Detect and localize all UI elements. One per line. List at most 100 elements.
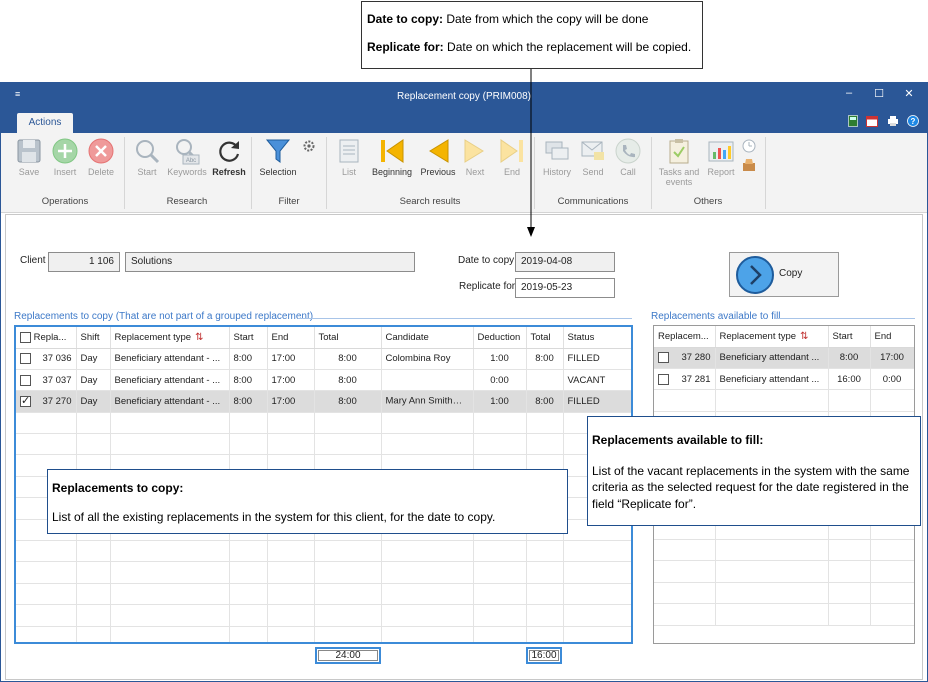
list-button[interactable]: List	[335, 137, 363, 177]
table-row-selected[interactable]: 37 280 Beneficiary attendant ... 8:00 17…	[654, 347, 914, 369]
delete-button[interactable]: Delete	[85, 137, 117, 177]
row-checkbox[interactable]	[658, 373, 669, 385]
insert-button[interactable]: Insert	[49, 137, 81, 177]
tasks-events-label: Tasks and events	[655, 167, 703, 187]
client-number-field[interactable]: 1 106	[48, 252, 120, 272]
refresh-button[interactable]: Refresh	[211, 137, 247, 177]
row-id: 37 270	[42, 395, 72, 407]
row-id: 37 281	[681, 373, 711, 385]
column-header-type[interactable]: Replacement type ⇅	[110, 327, 230, 349]
column-header-start[interactable]: Start	[828, 326, 871, 348]
refresh-icon	[215, 137, 243, 165]
column-header-deduction[interactable]: Deduction	[473, 327, 527, 349]
group-research: Research	[166, 196, 208, 207]
row-total: 8:00	[314, 390, 382, 413]
keywords-button[interactable]: Abc Keywords	[165, 137, 209, 177]
calculator-icon[interactable]	[847, 115, 859, 127]
save-label: Save	[18, 167, 40, 177]
tasks-events-button[interactable]: Tasks and events	[655, 137, 703, 187]
row-total-2: 8:00	[526, 348, 564, 370]
empty-row	[16, 604, 631, 627]
table-row[interactable]: 37 036 Day Beneficiary attendant - ... 8…	[16, 348, 631, 370]
select-all-checkbox[interactable]	[20, 331, 31, 343]
replacements-available-title: Replacements available to fill	[651, 311, 781, 322]
previous-button[interactable]: Previous	[418, 137, 458, 177]
save-icon	[15, 137, 43, 165]
schedule-icon[interactable]	[742, 139, 756, 156]
row-checkbox[interactable]	[20, 353, 31, 365]
column-header-end[interactable]: End	[267, 327, 315, 349]
minimize-icon[interactable]: –	[839, 87, 859, 99]
replicate-for-field[interactable]: 2019-05-23	[515, 278, 615, 298]
row-checkbox[interactable]	[20, 374, 31, 386]
callout-replacements-to-copy: Replacements to copy: List of all the ex…	[47, 469, 568, 534]
row-checkbox[interactable]	[658, 352, 669, 364]
column-header-end[interactable]: End	[870, 326, 914, 348]
save-button[interactable]: Save	[13, 137, 45, 177]
delete-icon	[87, 137, 115, 165]
row-total: 8:00	[314, 369, 382, 392]
copy-button[interactable]: Copy	[729, 252, 839, 297]
print-icon[interactable]	[887, 115, 899, 127]
calendar-icon[interactable]	[866, 115, 878, 127]
row-type: Beneficiary attendant ...	[715, 347, 829, 369]
callout-left-text: List of all the existing replacements in…	[52, 510, 496, 525]
row-type: Beneficiary attendant ...	[715, 368, 829, 391]
column-header-id[interactable]: Replacem...	[654, 326, 716, 348]
table-row-selected[interactable]: 37 270 Day Beneficiary attendant - ... 8…	[16, 390, 631, 413]
send-button[interactable]: Send	[577, 137, 609, 177]
row-end: 17:00	[267, 348, 315, 370]
column-header-candidate[interactable]: Candidate	[381, 327, 474, 349]
gear-icon[interactable]	[302, 139, 316, 156]
column-header-total[interactable]: Total	[314, 327, 382, 349]
column-header-type-label: Replacement type	[719, 330, 797, 342]
next-label: Next	[465, 167, 485, 177]
selection-button[interactable]: Selection	[257, 137, 299, 177]
inbox-icon[interactable]	[742, 158, 756, 175]
row-id: 37 280	[681, 352, 711, 364]
total-footer: 24:00	[315, 647, 381, 664]
empty-row	[16, 583, 631, 606]
history-button[interactable]: History	[539, 137, 575, 177]
column-header-id[interactable]: Repla...	[16, 327, 77, 349]
column-header-status[interactable]: Status	[563, 327, 631, 349]
next-button[interactable]: Next	[461, 137, 489, 177]
beginning-button[interactable]: Beginning	[367, 137, 417, 177]
report-button[interactable]: Report	[704, 137, 738, 177]
column-header-type[interactable]: Replacement type ⇅	[715, 326, 829, 348]
table-header-row: Repla... Shift Replacement type ⇅ Start E…	[16, 327, 631, 349]
total-footer-value: 24:00	[318, 650, 378, 661]
filter-icon	[264, 137, 292, 165]
callout-replicate-for-text: Date on which the replacement will be co…	[447, 40, 692, 55]
end-label: End	[503, 167, 520, 177]
tab-actions[interactable]: Actions	[17, 113, 73, 133]
column-header-start[interactable]: Start	[229, 327, 268, 349]
call-button[interactable]: Call	[613, 137, 643, 177]
callout-right-title-text: Replacements available to fill:	[592, 433, 764, 447]
table-row[interactable]: 37 037 Day Beneficiary attendant - ... 8…	[16, 369, 631, 392]
search-icon	[133, 137, 161, 165]
client-name-field[interactable]: Solutions	[125, 252, 415, 272]
close-icon[interactable]: ✕	[899, 87, 919, 100]
table-row[interactable]: 37 281 Beneficiary attendant ... 16:00 0…	[654, 368, 914, 391]
row-total-2: 8:00	[526, 390, 564, 413]
row-type: Beneficiary attendant - ...	[110, 348, 230, 370]
callout-replicate-for-title: Replicate for:	[367, 40, 444, 55]
row-checkbox-checked[interactable]	[20, 394, 31, 407]
callout-right-title: Replacements available to fill:	[592, 432, 914, 448]
help-icon[interactable]: ?	[907, 115, 919, 127]
date-to-copy-field[interactable]: 2019-04-08	[515, 252, 615, 272]
ribbon: Save Insert Delete Operations Start Abc …	[1, 133, 927, 213]
column-header-shift[interactable]: Shift	[76, 327, 111, 349]
column-header-total-2[interactable]: Total	[526, 327, 564, 349]
start-button[interactable]: Start	[132, 137, 162, 177]
group-others: Others	[693, 196, 723, 207]
total-2-footer: 16:00	[526, 647, 562, 664]
maximize-icon[interactable]: ☐	[869, 87, 889, 100]
empty-row	[16, 433, 631, 456]
report-icon	[707, 137, 735, 165]
row-total-2	[526, 369, 564, 392]
section-divider	[775, 318, 915, 319]
end-button[interactable]: End	[497, 137, 527, 177]
window-title: Replacement copy (PRIM008)	[397, 91, 531, 102]
